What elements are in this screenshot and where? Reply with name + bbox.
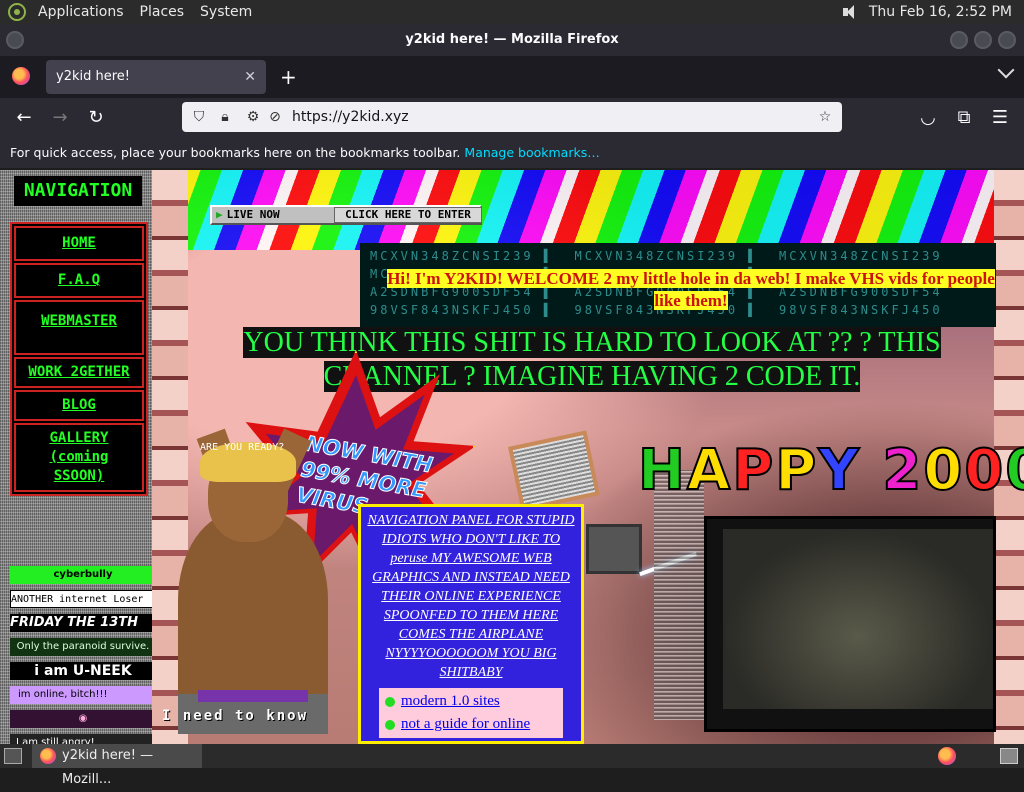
video-player[interactable] [704, 516, 996, 732]
url-text[interactable]: https://y2kid.xyz [292, 102, 409, 132]
workspace-switcher[interactable] [1000, 748, 1018, 764]
nav-blog-link[interactable]: BLOG [14, 390, 144, 421]
welcome-message: Hi! I'm Y2KID! WELCOME 2 my little hole … [387, 269, 995, 310]
navigation-panel-message: NAVIGATION PANEL FOR STUPID IDIOTS WHO D… [367, 513, 575, 680]
are-you-ready-text: ARE YOU READY? [200, 442, 285, 453]
url-bar[interactable]: ⛉ 🔒︎ ⚙ ⊘ https://y2kid.xyz ☆ [182, 102, 842, 132]
bookmarks-hint: For quick access, place your bookmarks h… [10, 145, 461, 160]
gnome-foot-icon[interactable] [8, 3, 26, 21]
navigation-panel-links: modern 1.0 sites not a guide for online [379, 688, 563, 738]
nav-gallery-link[interactable]: GALLERY (coming SSOON) [14, 423, 144, 492]
hamburger-menu-icon[interactable]: ☰ [988, 106, 1012, 130]
live-now-label: LIVE NOW [216, 208, 280, 221]
site-sidebar: NAVIGATION HOME F.A.Q WEBMASTER WORK 2GE… [0, 170, 158, 744]
bookmarks-toolbar: For quick access, place your bookmarks h… [0, 138, 1024, 168]
tab-bar: y2kid here! ✕ + [0, 56, 1024, 98]
happy-letter: Y [817, 437, 861, 504]
happy-letter: 0 [922, 437, 965, 504]
happy-letter: 0 [1004, 437, 1024, 504]
show-desktop-icon[interactable] [4, 748, 22, 764]
bookmark-star-icon[interactable]: ☆ [816, 108, 834, 126]
badge-u-neek: i am U-NEEK [10, 662, 156, 680]
maximize-icon[interactable] [974, 31, 992, 49]
badge-still-angry: I am still angry! [10, 734, 156, 744]
tab-y2kid[interactable]: y2kid here! ✕ [46, 60, 266, 94]
permissions-icon[interactable]: ⚙ [244, 108, 262, 126]
nav-home-link[interactable]: HOME [14, 226, 144, 261]
window-menu-icon[interactable] [6, 31, 24, 49]
badge-paranoid: Only the paranoid survive. [10, 638, 156, 656]
window-titlebar: y2kid here! — Mozilla Firefox [0, 24, 1024, 56]
live-now-bar: LIVE NOW CLICK HERE TO ENTER [210, 205, 482, 225]
clock[interactable]: Thu Feb 16, 2:52 PM [869, 4, 1024, 20]
happy-letter: A [686, 437, 733, 504]
system-menu[interactable]: System [192, 0, 260, 24]
modern-sites-link[interactable]: modern 1.0 sites [383, 690, 559, 713]
navigation-title: NAVIGATION [14, 176, 142, 206]
tv-small-graphic [586, 524, 642, 574]
navigation-panel-box: NAVIGATION PANEL FOR STUPID IDIOTS WHO D… [358, 504, 584, 744]
badge-friday-13th: FRIDAY THE 13TH [10, 614, 156, 632]
tab-title: y2kid here! [56, 69, 130, 84]
tracking-protection-icon[interactable]: ⛉ [190, 108, 208, 126]
nav-faq-link[interactable]: F.A.Q [14, 263, 144, 298]
code-line: MCXVN348ZCNSI239 ▌ MCXVN348ZCNSI239 ▌ MC… [370, 249, 943, 263]
extensions-icon[interactable]: ⧉ [952, 106, 976, 130]
applications-menu[interactable]: Applications [30, 0, 132, 24]
static-strip-graphic [654, 470, 704, 720]
close-window-icon[interactable] [998, 31, 1016, 49]
top-panel: Applications Places System Thu Feb 16, 2… [0, 0, 1024, 24]
nav-work-2gether-link[interactable]: WORK 2GETHER [14, 357, 144, 388]
video-frame[interactable] [723, 529, 993, 709]
anime-character-graphic [158, 428, 358, 744]
happy-letter: 2 [881, 437, 924, 504]
nav-menu: HOME F.A.Q WEBMASTER WORK 2GETHER BLOG G… [10, 222, 148, 496]
badge-eye: ◉ [10, 710, 156, 728]
happy-letter: 0 [963, 437, 1006, 504]
volume-icon[interactable] [841, 4, 859, 20]
happy-letter: H [637, 437, 687, 504]
badge-internet-loser: ANOTHER internet Loser :) [10, 590, 156, 623]
nav-webmaster-link[interactable]: WEBMASTER [14, 300, 144, 355]
lock-icon[interactable]: 🔒︎ [216, 108, 234, 126]
taskbar-firefox-window[interactable]: y2kid here! — Mozill... [32, 744, 202, 787]
navigation-toolbar: ← → ↻ ⛉ 🔒︎ ⚙ ⊘ https://y2kid.xyz ☆ ◡ ⧉ ☰ [0, 98, 1024, 138]
list-all-tabs-icon[interactable] [997, 61, 1015, 79]
badge-online: im online, bitch!!! [10, 686, 156, 704]
i-need-to-know-text: I need to know [162, 708, 309, 724]
not-a-guide-link[interactable]: not a guide for online [383, 713, 559, 736]
reload-icon[interactable]: ↻ [84, 106, 108, 130]
badge-cyberbully: cyberbully [10, 566, 156, 584]
bottom-taskbar: y2kid here! — Mozill... [0, 744, 1024, 787]
firefox-view-icon[interactable] [12, 67, 30, 85]
new-tab-button[interactable]: + [280, 64, 297, 90]
autoplay-blocked-icon[interactable]: ⊘ [266, 108, 284, 126]
manage-bookmarks-link[interactable]: Manage bookmarks… [464, 145, 599, 160]
main-stage: LIVE NOW CLICK HERE TO ENTER MCXVN348ZCN… [152, 170, 1024, 744]
window-title: y2kid here! — Mozilla Firefox [405, 32, 619, 47]
character-belt [198, 690, 308, 702]
forward-icon[interactable]: → [48, 106, 72, 130]
firefox-icon [40, 748, 56, 764]
close-tab-icon[interactable]: ✕ [244, 60, 256, 94]
happy-2000-heading: HAPPY 2000 [637, 437, 1024, 504]
happy-letter [861, 438, 883, 503]
happy-letter: P [731, 437, 776, 504]
minimize-icon[interactable] [950, 31, 968, 49]
firefox-tray-icon[interactable] [938, 747, 956, 765]
happy-letter: P [774, 437, 819, 504]
tv-static-graphic [508, 430, 600, 512]
back-icon[interactable]: ← [12, 106, 36, 130]
click-here-to-enter-button[interactable]: CLICK HERE TO ENTER [334, 207, 482, 223]
pocket-icon[interactable]: ◡ [916, 106, 940, 130]
web-content: NAVIGATION HOME F.A.Q WEBMASTER WORK 2GE… [0, 170, 1024, 744]
hard-to-look-at-text: YOU THINK THIS SHIT IS HARD TO LOOK AT ?… [243, 327, 941, 392]
places-menu[interactable]: Places [132, 0, 193, 24]
